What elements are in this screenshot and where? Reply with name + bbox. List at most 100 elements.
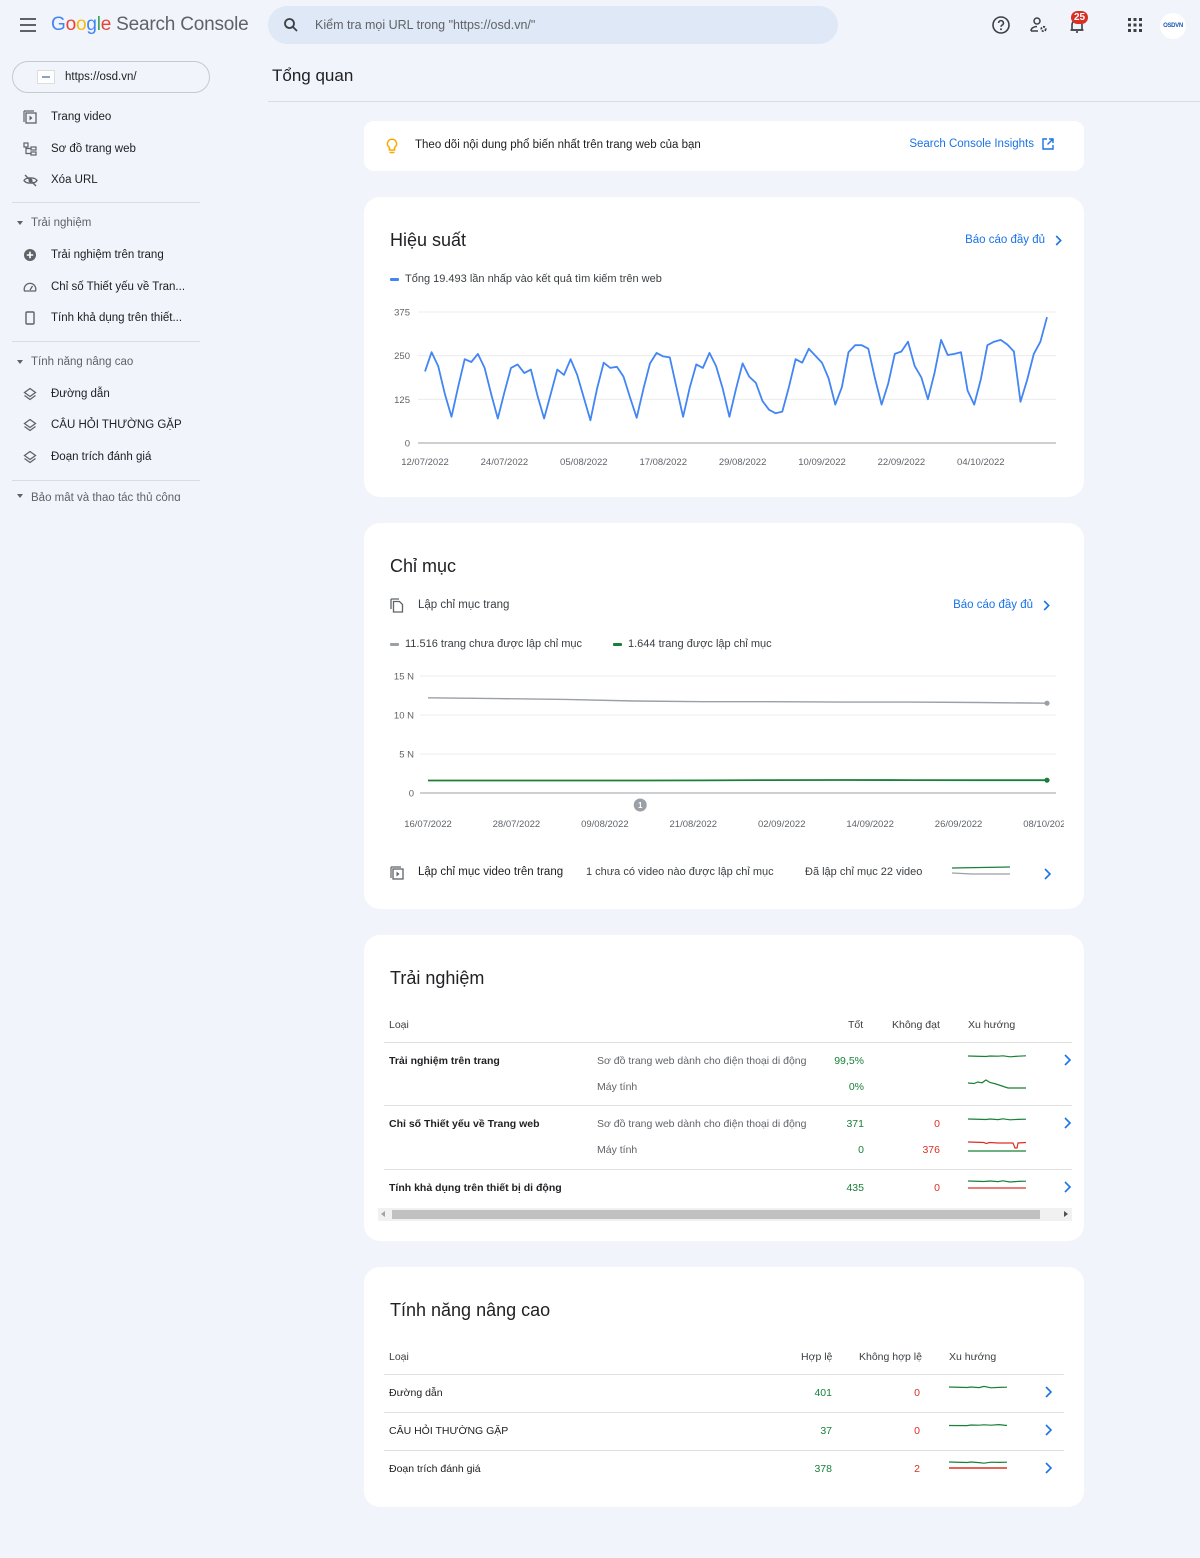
legend-not-indexed[interactable]: 11.516 trang chưa được lập chỉ mục: [390, 638, 582, 650]
x-tick-label: 16/07/2022: [404, 819, 452, 830]
row-good-value: 99,5%: [834, 1055, 864, 1067]
table-divider: [384, 1450, 1064, 1451]
row-good-value: 435: [846, 1182, 864, 1194]
sidebar-item-breadcrumbs[interactable]: Đường dẫn: [0, 379, 210, 409]
help-icon[interactable]: [990, 14, 1012, 36]
sidebar-section-label: Bảo mật và thao tác thủ công: [31, 492, 181, 501]
x-tick-label: 04/10/2022: [957, 457, 1005, 468]
video-page-icon: [22, 109, 38, 125]
full-report-label: Báo cáo đầy đủ: [953, 599, 1033, 611]
series-end-point: [1044, 777, 1050, 783]
collapse-triangle-icon: [17, 494, 23, 498]
trend-sparkline: [949, 1423, 1008, 1427]
y-tick-label: 250: [394, 351, 410, 362]
trend-sparkline: [949, 1385, 1008, 1389]
video-indexing-chevron-right-icon[interactable]: [1042, 867, 1052, 881]
performance-full-report-link[interactable]: Báo cáo đầy đủ: [965, 234, 1062, 246]
table-horizontal-scrollbar[interactable]: [378, 1208, 1072, 1221]
layers-icon: [22, 417, 38, 433]
search-console-insights-link[interactable]: Search Console Insights: [909, 138, 1054, 150]
row-type: Đường dẫn: [389, 1387, 443, 1399]
insights-banner: Theo dõi nội dung phổ biến nhất trên tra…: [364, 121, 1084, 171]
layers-icon: [22, 449, 38, 465]
speedometer-icon: [22, 279, 38, 295]
row-sub-label: Máy tính: [597, 1081, 638, 1093]
mobile-icon: [22, 310, 38, 326]
sidebar-item-label: Xóa URL: [51, 174, 98, 186]
scrollbar-thumb[interactable]: [392, 1210, 1040, 1219]
legend-indexed[interactable]: 1.644 trang được lập chỉ mục: [613, 638, 772, 650]
x-tick-label: 10/09/2022: [798, 457, 846, 468]
row-chevron-right-icon[interactable]: [1062, 1180, 1072, 1194]
sidebar-divider: [12, 480, 200, 481]
search-icon: [284, 18, 298, 32]
sidebar-item-faq[interactable]: CÂU HỎI THƯỜNG GẶP: [0, 410, 210, 440]
video-indexing-sparkline: [952, 866, 1011, 875]
sidebar-section-label: Trải nghiệm: [31, 217, 92, 229]
x-tick-label: 09/08/2022: [581, 819, 629, 830]
not-indexed-series-line: [427, 697, 1048, 704]
account-avatar[interactable]: OSDVN: [1160, 13, 1186, 39]
scroll-left-arrow-icon[interactable]: [381, 1211, 385, 1217]
x-tick-label: 28/07/2022: [493, 819, 541, 830]
performance-legend[interactable]: Tổng 19.493 lần nhấp vào kết quả tìm kiế…: [390, 273, 662, 285]
indexing-full-report-link[interactable]: Báo cáo đầy đủ: [953, 599, 1050, 611]
row-chevron-right-icon[interactable]: [1043, 1461, 1053, 1475]
sidebar-item-sitemaps[interactable]: Sơ đồ trang web: [0, 134, 210, 164]
scroll-right-arrow-icon[interactable]: [1064, 1211, 1068, 1217]
row-sub-label: Máy tính: [597, 1144, 638, 1156]
logo-letter: o: [75, 14, 87, 35]
legend-swatch: [613, 642, 622, 646]
row-type: CÂU HỎI THƯỜNG GẶP: [389, 1425, 509, 1437]
row-chevron-right-icon[interactable]: [1062, 1053, 1072, 1067]
sidebar-item-video-pages[interactable]: Trang video: [0, 102, 210, 132]
row-chevron-right-icon[interactable]: [1043, 1385, 1053, 1399]
row-type: Đoạn trích đánh giá: [389, 1463, 481, 1475]
collapse-triangle-icon: [17, 221, 23, 225]
sidebar-item-removals[interactable]: Xóa URL: [0, 165, 210, 195]
sidebar-divider: [12, 202, 200, 203]
row-fail-value: 0: [934, 1182, 940, 1194]
sidebar: https://osd.vn/ Trang video Sơ đồ trang …: [0, 52, 220, 512]
page-indexing-subtitle: Lập chỉ mục trang: [418, 599, 510, 611]
y-tick-label: 5 N: [399, 750, 414, 761]
plus-circle-icon: [22, 247, 38, 263]
sidebar-item-review-snippets[interactable]: Đoạn trích đánh giá: [0, 442, 210, 472]
top-bar: GoogleSearch Console 25 OSDVN: [0, 0, 1200, 52]
experience-card: Trải nghiệm Loại Tốt Không đạt Xu hướng …: [364, 935, 1084, 1241]
table-divider: [384, 1105, 1072, 1106]
url-inspection-input[interactable]: [315, 6, 815, 44]
sidebar-section-enhancements[interactable]: Tính năng nâng cao: [0, 350, 210, 374]
col-header-type: Loại: [389, 1351, 409, 1363]
sidebar-section-label: Tính năng nâng cao: [31, 356, 134, 368]
row-fail-value: 0: [934, 1118, 940, 1130]
sidebar-item-core-web-vitals[interactable]: Chỉ số Thiết yếu về Tran...: [0, 272, 210, 302]
indexing-chart[interactable]: 0 5 N 10 N 15 N 16/07/2022 28/07/2022 09/08/20…: [384, 666, 1064, 836]
y-tick-label: 0: [405, 439, 410, 450]
row-sub-label: Sơ đồ trang web dành cho điện thoại di đ…: [597, 1055, 807, 1067]
chevron-right-icon: [1043, 599, 1050, 611]
sidebar-item-page-experience[interactable]: Trải nghiệm trên trang: [0, 240, 210, 270]
sidebar-item-mobile-usability[interactable]: Tính khả dụng trên thiết...: [0, 303, 210, 333]
url-inspection-search[interactable]: [268, 6, 838, 44]
sidebar-section-experience[interactable]: Trải nghiệm: [0, 211, 210, 235]
table-divider: [384, 1374, 1064, 1375]
x-tick-label: 14/09/2022: [846, 819, 894, 830]
performance-card: Hiệu suất Báo cáo đầy đủ Tổng 19.493 lần…: [364, 197, 1084, 497]
user-settings-icon[interactable]: [1028, 14, 1050, 36]
google-search-console-logo[interactable]: Google Search Console: [51, 14, 249, 36]
apps-grid-icon[interactable]: [1124, 14, 1146, 36]
performance-chart[interactable]: 0 125 250 375 12/07/2022 24/07/2022 05/08/2022…: [384, 302, 1064, 477]
col-header-good: Tốt: [848, 1019, 864, 1031]
hamburger-menu-icon[interactable]: [20, 18, 36, 32]
x-tick-label: 26/09/2022: [935, 819, 983, 830]
table-divider: [384, 1169, 1072, 1170]
sidebar-section-security[interactable]: Bảo mật và thao tác thủ công: [0, 489, 210, 501]
row-chevron-right-icon[interactable]: [1062, 1116, 1072, 1130]
row-chevron-right-icon[interactable]: [1043, 1423, 1053, 1437]
property-selector[interactable]: https://osd.vn/: [12, 61, 210, 93]
row-good-value: 0: [858, 1144, 864, 1156]
video-indexing-label: Lập chỉ mục video trên trang: [418, 866, 564, 878]
legend-label: 11.516 trang chưa được lập chỉ mục: [405, 638, 583, 650]
row-invalid-value: 0: [914, 1425, 920, 1437]
